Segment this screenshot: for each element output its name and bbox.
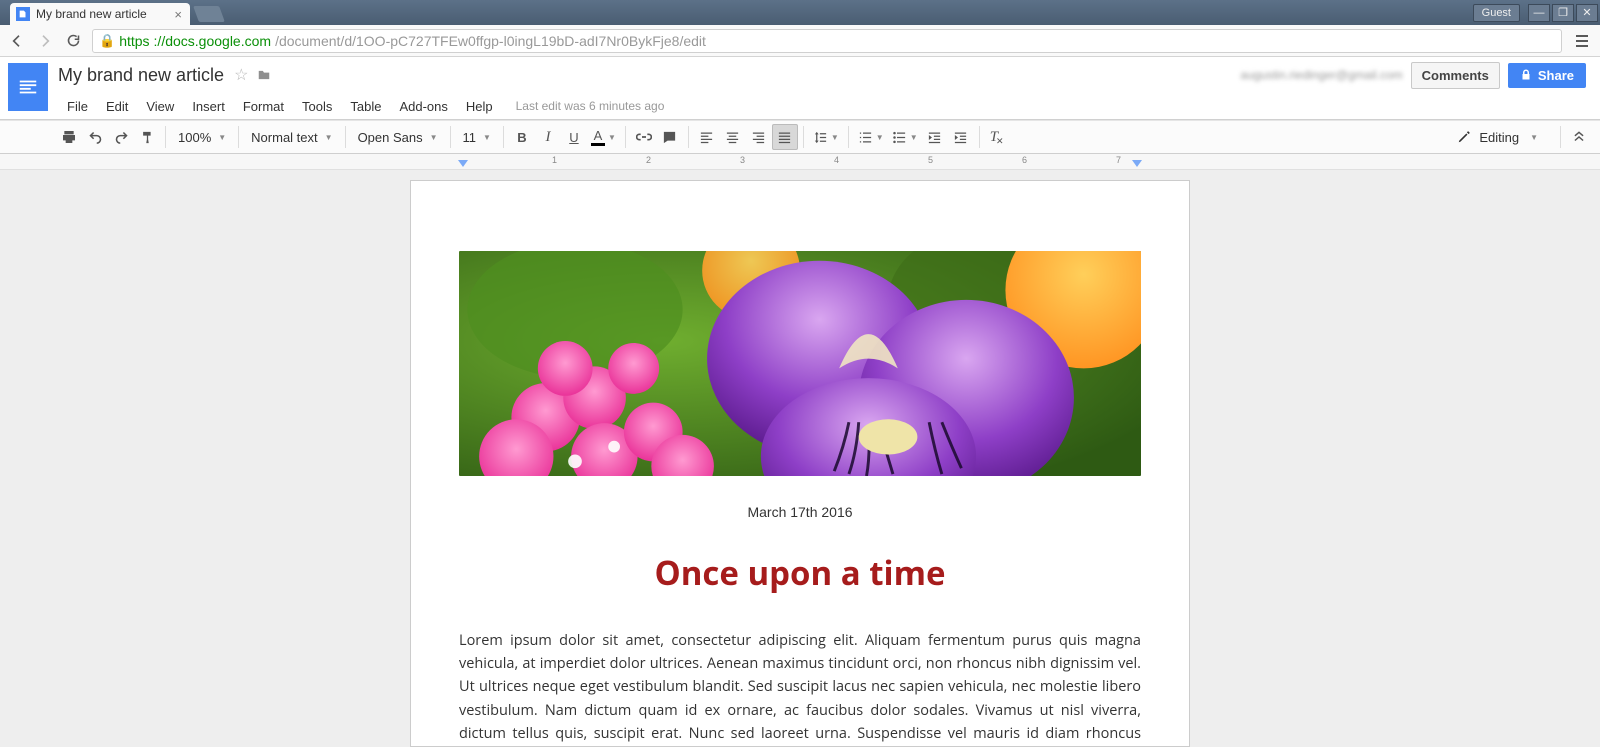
redo-button[interactable]: [108, 124, 134, 150]
tab-title: My brand new article: [36, 7, 147, 21]
menu-tools[interactable]: Tools: [293, 99, 341, 114]
zoom-value: 100%: [178, 130, 211, 145]
document-body[interactable]: Lorem ipsum dolor sit amet, consectetur …: [459, 629, 1141, 747]
close-window-button[interactable]: ✕: [1576, 4, 1598, 22]
last-edit-status[interactable]: Last edit was 6 minutes ago: [516, 99, 665, 113]
bold-button[interactable]: B: [509, 124, 535, 150]
menu-view[interactable]: View: [137, 99, 183, 114]
document-date[interactable]: March 17th 2016: [459, 504, 1141, 520]
right-margin-marker[interactable]: [1132, 160, 1142, 167]
menu-table[interactable]: Table: [341, 99, 390, 114]
document-title[interactable]: My brand new article: [58, 65, 224, 86]
menu-bar: File Edit View Insert Format Tools Table…: [0, 93, 1600, 119]
share-label: Share: [1538, 68, 1574, 83]
back-button[interactable]: [8, 32, 26, 50]
font-size-value: 11: [463, 130, 477, 145]
comments-button[interactable]: Comments: [1411, 62, 1500, 89]
ruler[interactable]: 1 2 3 4 5 6 7: [0, 154, 1600, 170]
docs-home-icon[interactable]: [8, 63, 48, 111]
menu-edit[interactable]: Edit: [97, 99, 137, 114]
align-right-button[interactable]: [746, 124, 772, 150]
menu-help[interactable]: Help: [457, 99, 502, 114]
text-color-button[interactable]: A▼: [587, 124, 620, 150]
url-scheme: https: [119, 33, 149, 49]
line-spacing-button[interactable]: ▼: [809, 124, 843, 150]
align-center-button[interactable]: [720, 124, 746, 150]
increase-indent-button[interactable]: [948, 124, 974, 150]
forward-button[interactable]: [36, 32, 54, 50]
page[interactable]: March 17th 2016 Once upon a time Lorem i…: [410, 180, 1190, 747]
url-field[interactable]: 🔒 https ://docs.google.com/document/d/1OO…: [92, 29, 1562, 53]
folder-icon[interactable]: [256, 68, 272, 82]
insert-link-button[interactable]: [631, 124, 657, 150]
address-bar: 🔒 https ://docs.google.com/document/d/1OO…: [0, 25, 1600, 57]
docs-favicon: [16, 7, 30, 21]
editing-mode-dropdown[interactable]: Editing ▼: [1446, 125, 1549, 150]
zoom-dropdown[interactable]: 100%▼: [171, 124, 233, 150]
font-dropdown[interactable]: Open Sans▼: [351, 124, 445, 150]
tab-close-icon[interactable]: ×: [174, 7, 182, 22]
editing-label: Editing: [1479, 130, 1519, 145]
collapse-toolbar-button[interactable]: [1572, 130, 1586, 144]
clear-formatting-button[interactable]: T✕: [985, 124, 1011, 150]
minimize-button[interactable]: —: [1528, 4, 1550, 22]
numbered-list-button[interactable]: ▼: [854, 124, 888, 150]
align-left-button[interactable]: [694, 124, 720, 150]
menu-insert[interactable]: Insert: [183, 99, 234, 114]
undo-button[interactable]: [82, 124, 108, 150]
lock-share-icon: [1520, 69, 1532, 81]
font-size-dropdown[interactable]: 11▼: [456, 124, 498, 150]
menu-file[interactable]: File: [58, 99, 97, 114]
new-tab-button[interactable]: [193, 6, 225, 22]
bulleted-list-button[interactable]: ▼: [888, 124, 922, 150]
decrease-indent-button[interactable]: [922, 124, 948, 150]
document-heading[interactable]: Once upon a time: [459, 550, 1141, 595]
url-host: ://docs.google.com: [154, 33, 272, 49]
italic-button[interactable]: I: [535, 124, 561, 150]
star-icon[interactable]: ☆: [234, 65, 248, 85]
align-justify-button[interactable]: [772, 124, 798, 150]
toolbar: 100%▼ Normal text▼ Open Sans▼ 11▼ B I U …: [0, 120, 1600, 154]
style-value: Normal text: [251, 130, 317, 145]
lock-icon: 🔒: [99, 33, 115, 49]
left-margin-marker[interactable]: [458, 160, 468, 167]
insert-comment-button[interactable]: [657, 124, 683, 150]
reload-button[interactable]: [64, 32, 82, 50]
style-dropdown[interactable]: Normal text▼: [244, 124, 339, 150]
app-header: My brand new article ☆ augustin.riedinge…: [0, 57, 1600, 120]
hero-image[interactable]: [459, 251, 1141, 476]
url-path: /document/d/1OO-pC727TFEw0ffgp-l0ingL19b…: [275, 33, 706, 49]
menu-format[interactable]: Format: [234, 99, 293, 114]
print-button[interactable]: [56, 124, 82, 150]
guest-badge[interactable]: Guest: [1473, 4, 1520, 22]
browser-tab[interactable]: My brand new article ×: [10, 3, 190, 25]
browser-menu-button[interactable]: [1572, 35, 1592, 47]
paint-format-button[interactable]: [134, 124, 160, 150]
menu-addons[interactable]: Add-ons: [390, 99, 456, 114]
underline-button[interactable]: U: [561, 124, 587, 150]
font-value: Open Sans: [358, 130, 423, 145]
document-canvas[interactable]: March 17th 2016 Once upon a time Lorem i…: [0, 170, 1600, 747]
maximize-button[interactable]: ❐: [1552, 4, 1574, 22]
browser-tab-bar: My brand new article × Guest — ❐ ✕: [0, 0, 1600, 25]
pencil-icon: [1457, 130, 1471, 144]
share-button[interactable]: Share: [1508, 63, 1586, 88]
user-email[interactable]: augustin.riedinger@gmail.com: [1240, 68, 1402, 82]
